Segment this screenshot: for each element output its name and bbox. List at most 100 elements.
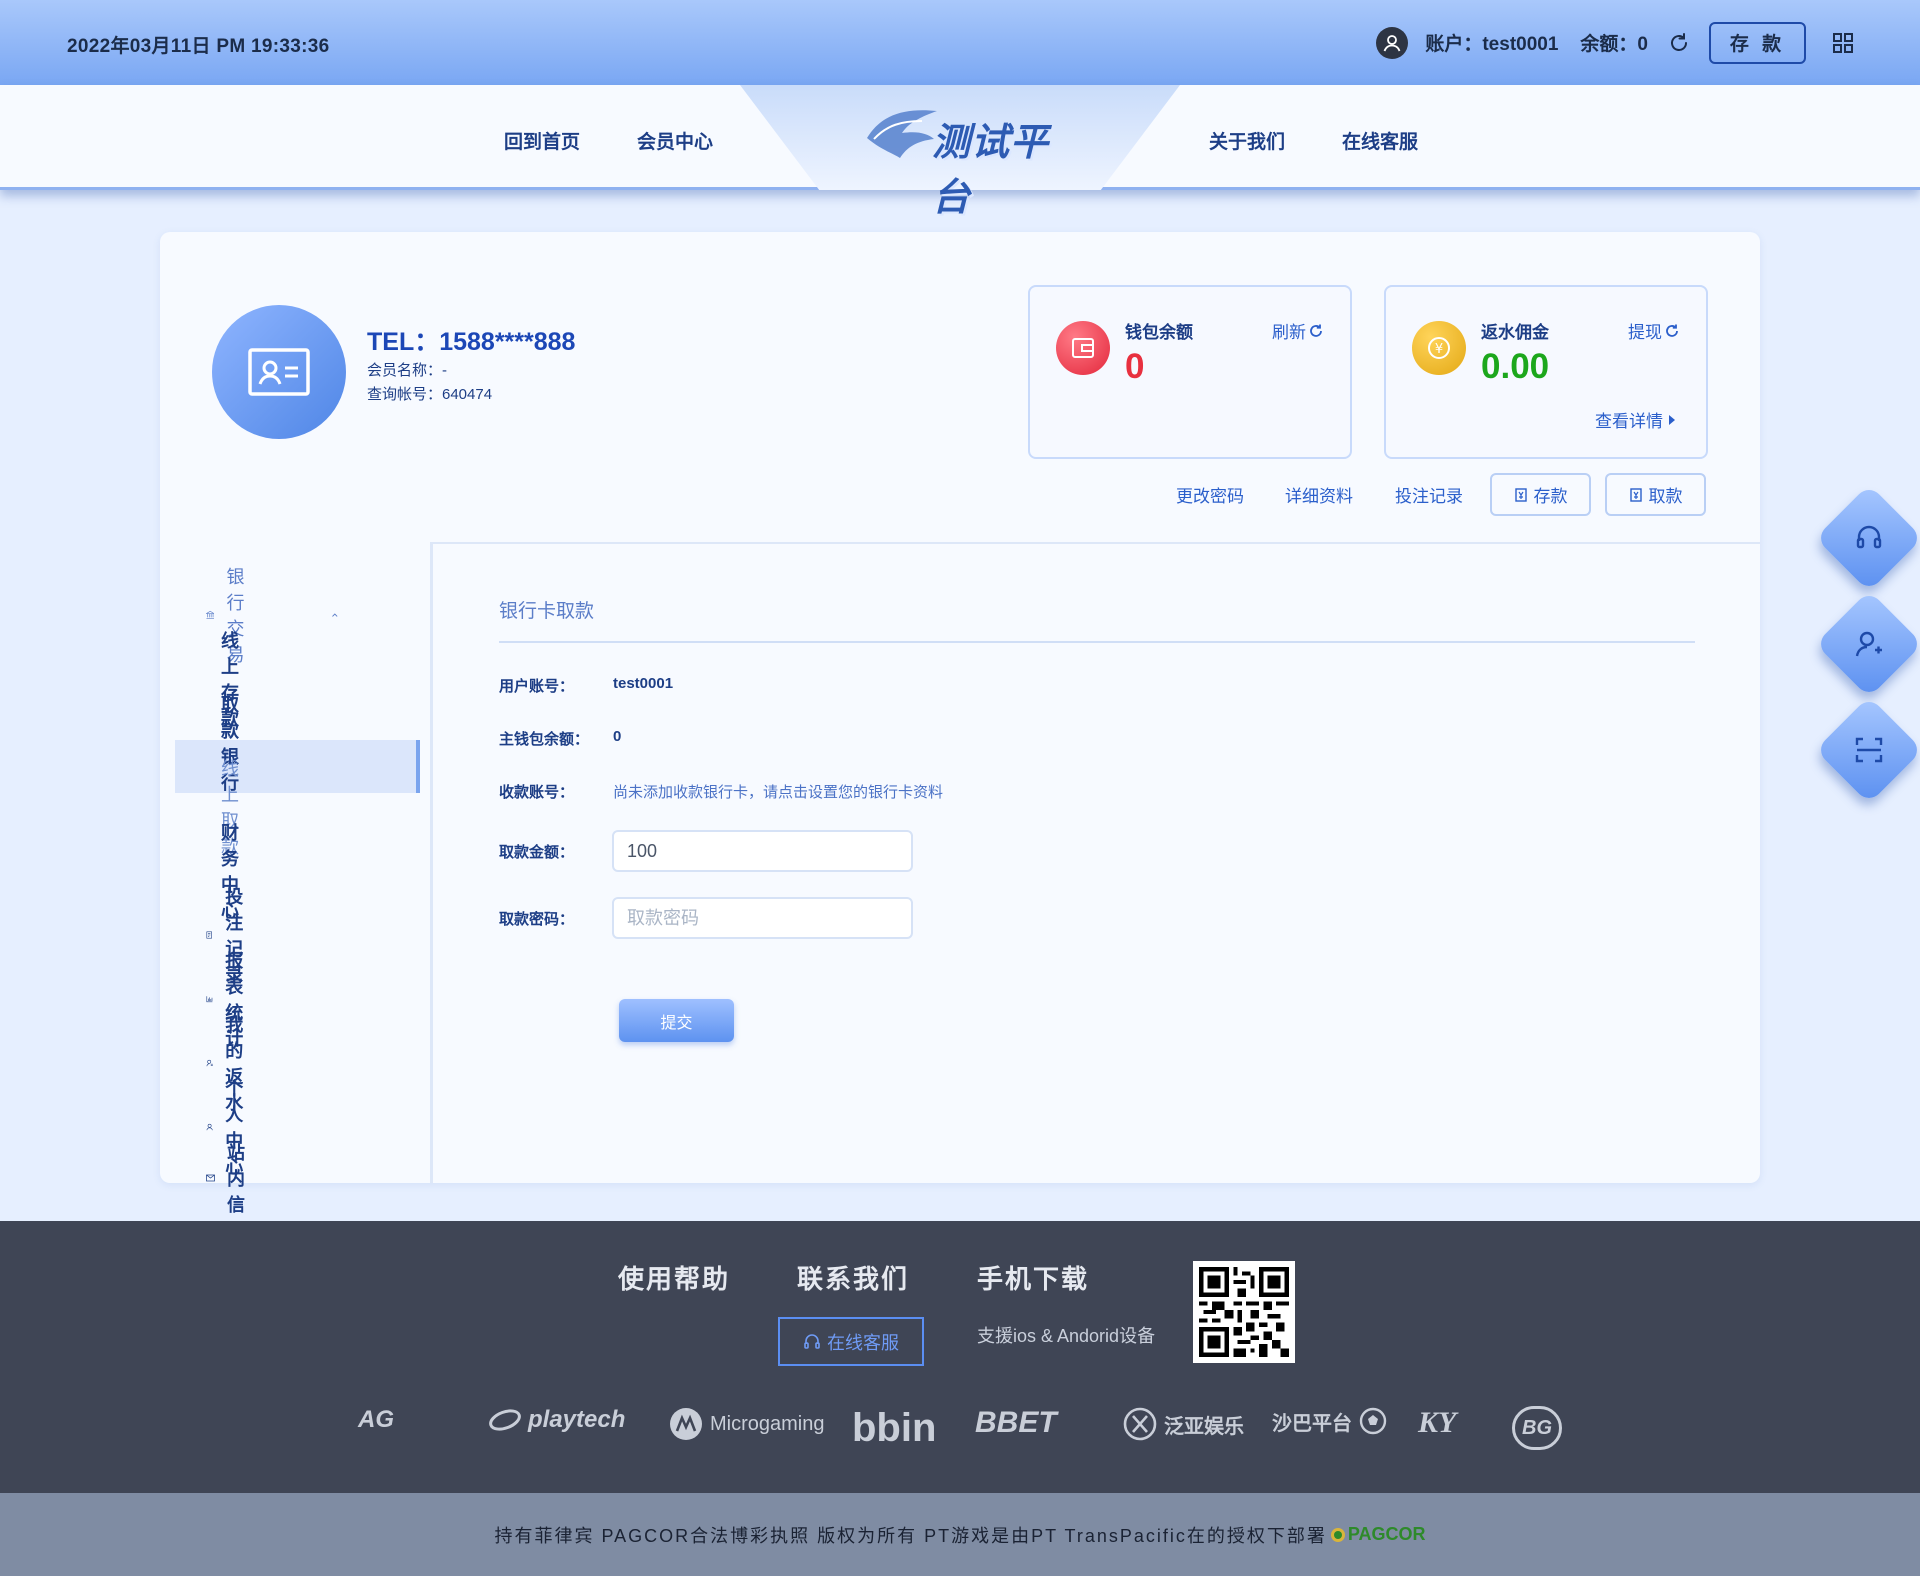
- wallet-label: 钱包余额: [1125, 323, 1193, 342]
- footer: 使用帮助 联系我们 手机下载 在线客服 支援ios & Andorid设备 AG…: [0, 1221, 1920, 1493]
- sidebar-item-label: 站内信: [227, 1143, 245, 1215]
- bet-records-link[interactable]: 投注记录: [1395, 482, 1463, 507]
- quick-deposit-label: 存款: [1533, 487, 1568, 506]
- user-avatar-icon[interactable]: [1376, 26, 1409, 59]
- document-icon: [206, 931, 212, 939]
- nav-member-center[interactable]: 会员中心: [637, 127, 713, 154]
- svg-text:¥: ¥: [1435, 342, 1443, 357]
- device-support-text: 支援ios & Andorid设备: [977, 1326, 1156, 1346]
- member-panel: TEL：1588****888 会员名称：- 查询帐号：640474 钱包余额 …: [160, 232, 1760, 1215]
- coin-icon: ¥: [1412, 321, 1466, 375]
- profile-tel: TEL：1588****888: [367, 328, 576, 356]
- logo-text: 测试平台: [932, 122, 1050, 219]
- username-label: 用户账号：: [499, 678, 575, 695]
- withdraw-icon: [1629, 487, 1642, 502]
- add-user-icon: [1855, 631, 1882, 657]
- quick-withdraw-button[interactable]: 取款: [1605, 473, 1706, 516]
- form-title: 银行卡取款: [499, 601, 595, 622]
- bank-icon: [206, 610, 215, 619]
- partner-playtech-logo: playtech: [488, 1406, 625, 1434]
- withdraw-password-input[interactable]: [612, 897, 913, 939]
- main-wallet-value: 0: [613, 728, 622, 745]
- top-bar: 2022年03月11日 PM 19:33:36 账户：test0001 余额：0…: [0, 0, 1920, 85]
- partner-asia-logo: 泛亚娱乐: [1122, 1406, 1244, 1442]
- site-logo[interactable]: 测试平台: [862, 97, 1077, 219]
- profile-member-name: 会员名称：-: [367, 362, 447, 379]
- wallet-balance-card: 钱包余额 0 刷新: [1028, 285, 1352, 459]
- quick-deposit-button[interactable]: 存款: [1490, 473, 1591, 516]
- wallet-refresh-link[interactable]: 刷新: [1272, 318, 1324, 343]
- sidebar-active-highlight: [175, 740, 420, 793]
- partner-bg-logo: BG: [1512, 1406, 1562, 1450]
- profile-query-account: 查询帐号：640474: [367, 386, 493, 403]
- amount-label: 取款金额：: [499, 844, 575, 861]
- account-text: 账户：test0001: [1425, 34, 1559, 55]
- partner-ky-logo: KY: [1418, 1406, 1457, 1439]
- footer-support-label: 在线客服: [827, 1332, 899, 1353]
- float-scan-button[interactable]: [1815, 696, 1920, 804]
- wallet-icon: [1056, 321, 1110, 375]
- username-value: test0001: [613, 675, 674, 692]
- refresh-icon: [1310, 324, 1322, 337]
- microgaming-icon: [670, 1408, 702, 1440]
- float-support-button[interactable]: [1815, 484, 1920, 592]
- caret-right-icon: [1669, 414, 1675, 425]
- wallet-refresh-label: 刷新: [1272, 323, 1306, 342]
- logo-wing-icon: [867, 110, 937, 158]
- refresh-icon[interactable]: [1668, 32, 1690, 54]
- bar-chart-icon: [206, 996, 213, 1003]
- footer-contact[interactable]: 联系我们: [797, 1259, 909, 1296]
- deposit-button[interactable]: 存 款: [1709, 21, 1806, 64]
- profile-avatar: [212, 305, 346, 439]
- partner-bbin-logo: bbin: [852, 1406, 937, 1450]
- copyright-bar: 持有菲律宾 PAGCOR合法博彩执照 版权为所有 PT游戏是由PT TransP…: [0, 1493, 1920, 1576]
- refresh-icon: [1666, 324, 1678, 337]
- user-icon: [206, 1123, 213, 1131]
- sidebar-divider: [430, 542, 433, 1183]
- id-card-icon: [248, 348, 310, 396]
- download-qr-code: [1193, 1261, 1295, 1363]
- deposit-icon: [1514, 487, 1527, 502]
- rebate-card: ¥ 返水佣金 0.00 提现 查看详情: [1384, 285, 1708, 459]
- copyright-text: 持有菲律宾 PAGCOR合法博彩执照 版权为所有 PT游戏是由PT TransP…: [494, 1525, 1327, 1546]
- amount-input[interactable]: [612, 830, 913, 872]
- headset-icon: [804, 1333, 820, 1349]
- partner-bbet-logo: BBET: [975, 1406, 1057, 1439]
- submit-button[interactable]: 提交: [619, 999, 734, 1042]
- sidebar-item-messages[interactable]: 站内信: [206, 1139, 254, 1217]
- asia-entertainment-icon: [1123, 1407, 1157, 1441]
- grid-menu-icon[interactable]: [1832, 32, 1854, 54]
- mail-icon: [206, 1174, 215, 1182]
- partner-microgaming-logo: Microgaming: [668, 1406, 824, 1442]
- nav-home[interactable]: 回到首页: [504, 127, 580, 154]
- nav-support[interactable]: 在线客服: [1342, 127, 1418, 154]
- account-area: 账户：test0001 余额：0 存 款: [1376, 0, 1920, 85]
- soccer-ball-icon: [1359, 1407, 1387, 1435]
- nav-about[interactable]: 关于我们: [1209, 127, 1285, 154]
- main-nav: 回到首页 会员中心 测试平台 关于我们 在线客服: [0, 85, 1920, 219]
- float-register-button[interactable]: [1815, 590, 1920, 698]
- view-details-link[interactable]: 查看详情: [1595, 407, 1676, 432]
- balance-text: 余额：0: [1580, 34, 1648, 55]
- pagcor-logo-text: PAGCOR: [1347, 1524, 1426, 1544]
- pagcor-emblem-icon: [1330, 1527, 1345, 1542]
- form-title-underline: [499, 641, 1695, 643]
- footer-download[interactable]: 手机下载: [977, 1259, 1089, 1296]
- playtech-swirl-icon: [489, 1409, 521, 1431]
- partner-saba-logo: 沙巴平台: [1272, 1406, 1388, 1436]
- withdraw-rebate-link[interactable]: 提现: [1628, 318, 1680, 343]
- footer-support-button[interactable]: 在线客服: [778, 1317, 924, 1366]
- datetime: 2022年03月11日 PM 19:33:36: [67, 36, 330, 57]
- quick-withdraw-label: 取款: [1648, 487, 1683, 506]
- add-bank-card-link[interactable]: 尚未添加收款银行卡，请点击设置您的银行卡资料: [613, 781, 943, 802]
- scan-icon: [1855, 737, 1883, 763]
- withdraw-rebate-label: 提现: [1628, 323, 1662, 342]
- password-label: 取款密码：: [499, 911, 575, 928]
- details-link[interactable]: 详细资料: [1285, 482, 1353, 507]
- user-rebate-icon: [206, 1059, 213, 1067]
- section-divider: [432, 542, 1760, 544]
- view-details-label: 查看详情: [1595, 412, 1663, 431]
- footer-help[interactable]: 使用帮助: [618, 1259, 730, 1296]
- headset-icon: [1856, 525, 1882, 549]
- change-password-link[interactable]: 更改密码: [1176, 482, 1244, 507]
